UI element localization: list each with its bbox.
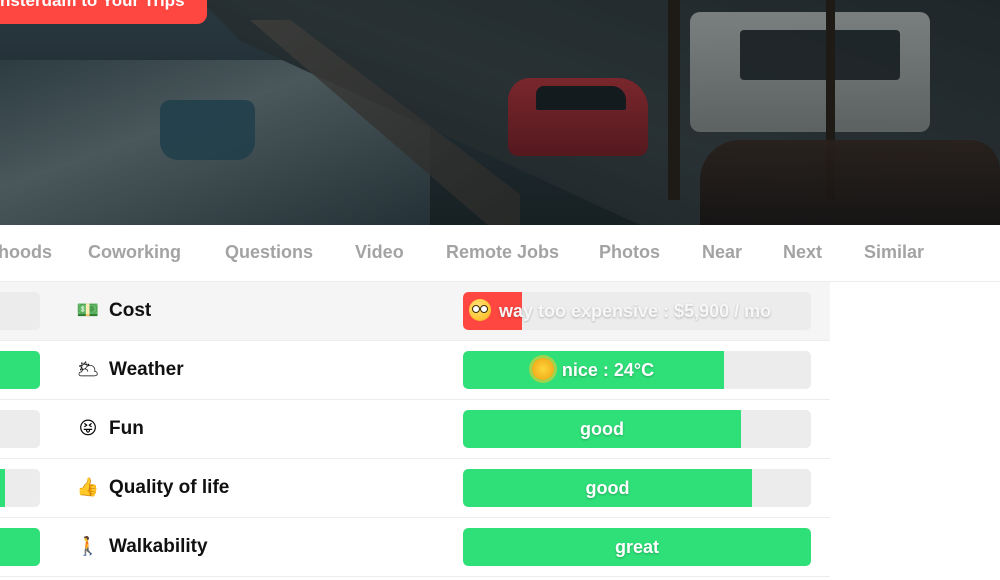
- city-hero-photo: nsterdam to Your Trips: [0, 0, 1000, 225]
- rating-bar-text: nice : 24°C: [463, 351, 723, 389]
- left-column-bar: [0, 469, 40, 507]
- rating-row-quality-of-life: 👍 Quality of life good: [0, 459, 830, 518]
- section-tabs: hoods Coworking Questions Video Remote J…: [0, 225, 1000, 282]
- thumbs-up-icon: 👍: [76, 477, 100, 497]
- add-to-trips-button[interactable]: nsterdam to Your Trips: [0, 0, 207, 24]
- flushed-face-icon: [469, 299, 491, 321]
- rating-label: Walkability: [109, 536, 208, 557]
- rating-bar-walkability[interactable]: great: [463, 528, 811, 566]
- rating-row-weather: 🌥 Weather nice : 24°C: [0, 341, 830, 400]
- rating-bar-text: good: [585, 478, 630, 498]
- tab-photos[interactable]: Photos: [599, 225, 660, 282]
- rating-label: Quality of life: [109, 477, 230, 498]
- tab-similar[interactable]: Similar: [864, 225, 924, 282]
- rating-bar-text: way too expensive : $5,900 / mo: [463, 292, 811, 330]
- rating-bar-text: great: [614, 537, 659, 557]
- rating-bar-text: good: [580, 419, 624, 439]
- ratings-table: 💵 Cost way too expensive : $5,900 / mo 🌥…: [0, 282, 830, 577]
- left-column-bar: [0, 410, 40, 448]
- tab-video[interactable]: Video: [355, 225, 404, 282]
- rating-row-walkability: 🚶 Walkability great: [0, 518, 830, 577]
- tab-remote-jobs[interactable]: Remote Jobs: [446, 225, 559, 282]
- add-to-trips-label: nsterdam to Your Trips: [0, 0, 185, 10]
- walking-person-icon: 🚶: [76, 536, 100, 556]
- money-icon: 💵: [76, 300, 100, 320]
- rating-label: Weather: [109, 359, 184, 380]
- cloud-sun-icon: 🌥: [76, 359, 100, 379]
- rating-row-cost: 💵 Cost way too expensive : $5,900 / mo: [0, 282, 830, 341]
- rating-row-fun: 😝 Fun good: [0, 400, 830, 459]
- tab-near[interactable]: Near: [702, 225, 742, 282]
- left-column-bar: [0, 292, 40, 330]
- rating-label: Fun: [109, 418, 144, 439]
- left-column-bar: [0, 351, 40, 389]
- tab-next[interactable]: Next: [783, 225, 822, 282]
- rating-bar-quality-of-life[interactable]: good: [463, 469, 811, 507]
- rating-label: Cost: [109, 300, 152, 321]
- rating-bar-weather[interactable]: nice : 24°C: [463, 351, 811, 389]
- tab-coworking[interactable]: Coworking: [88, 225, 181, 282]
- tongue-face-icon: 😝: [78, 418, 98, 438]
- left-column-bar: [0, 528, 40, 566]
- rating-bar-fun[interactable]: good: [463, 410, 811, 448]
- sun-icon: [531, 358, 554, 380]
- tab-questions[interactable]: Questions: [225, 225, 313, 282]
- rating-bar-cost[interactable]: way too expensive : $5,900 / mo: [463, 292, 811, 330]
- tab-neighborhoods[interactable]: hoods: [0, 225, 52, 282]
